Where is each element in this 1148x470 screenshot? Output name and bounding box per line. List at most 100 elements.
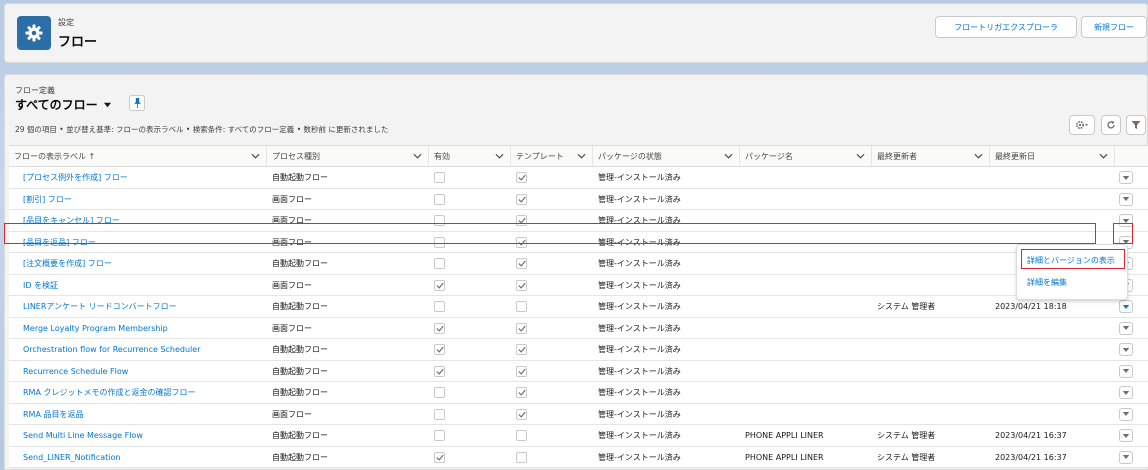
template-checkbox-unchecked [516, 430, 527, 441]
chevron-down-icon[interactable] [974, 152, 983, 160]
flow-gear-icon [17, 16, 51, 50]
row-action-button[interactable] [1119, 343, 1133, 356]
process-type-cell: 画面フロー [272, 194, 312, 204]
row-action-button[interactable] [1119, 300, 1133, 313]
table-row: Send_LINER_Notification 自動起動フロー 管理-インストール済… [9, 446, 1148, 468]
flow-label-link[interactable]: RMA クレジットメモの作成と返金の確認フロー [23, 382, 195, 403]
table-row: Merge Loyalty Program Membership 画面フロー 管理-… [9, 317, 1148, 339]
caret-down-icon [103, 102, 111, 108]
list-view-panel: フロー定義 すべてのフロー 29 個の項目 • 並び替え基準: フローの表示ラベ… [4, 74, 1148, 470]
column-header-modified-date[interactable]: 最終更新日 [990, 146, 1115, 167]
flow-label-link[interactable]: RMA 品目を返品 [23, 404, 83, 425]
active-checkbox-unchecked [434, 430, 445, 441]
row-action-button[interactable] [1119, 364, 1133, 378]
row-action-button[interactable] [1119, 321, 1133, 335]
active-checkbox-checked [434, 279, 445, 291]
new-flow-button[interactable]: 新規フロー [1081, 16, 1147, 38]
column-header-process-type[interactable]: プロセス種別 [267, 146, 429, 167]
flow-label-link[interactable]: Merge Loyalty Program Membership [23, 318, 168, 339]
flow-label-link[interactable]: LINERアンケート リードコンバートフロー [23, 296, 177, 317]
pin-list-button[interactable] [129, 95, 145, 111]
table-row: ID を検証 画面フロー 管理-インストール済み [9, 274, 1148, 296]
row-action-button[interactable] [1119, 171, 1133, 184]
table-row: Orchestration flow for Recurrence Schedu… [9, 339, 1148, 361]
chevron-down-icon[interactable] [413, 152, 422, 160]
menu-item-view-details-versions[interactable]: 詳細とバージョンの表示 [1027, 255, 1115, 266]
template-checkbox-unchecked [516, 301, 527, 312]
column-header-package-name[interactable]: パッケージ名 [740, 146, 872, 167]
table-row: RMA 品目を返品 画面フロー 管理-インストール済み [9, 403, 1148, 425]
flow-label-link[interactable]: [注文概要を作成] フロー [23, 253, 112, 274]
chevron-down-icon[interactable] [856, 152, 865, 160]
flow-label-link[interactable]: [プロセス例外を作成] フロー [23, 167, 128, 188]
row-action-button[interactable] [1119, 450, 1133, 464]
caret-down-icon [1122, 326, 1130, 330]
template-checkbox-checked [516, 387, 527, 398]
row-action-button[interactable] [1119, 192, 1133, 206]
template-checkbox-checked [516, 258, 527, 269]
column-header-text: パッケージの状態 [598, 152, 662, 161]
caret-down-icon [1122, 433, 1130, 438]
process-type-cell: 自動起動フロー [272, 431, 328, 440]
column-header-package-state[interactable]: パッケージの状態 [593, 146, 740, 167]
chevron-down-icon[interactable] [495, 152, 504, 160]
flow-label-link[interactable]: [品目を返品] フロー [23, 232, 96, 253]
flow-label-link[interactable]: [品目をキャンセル] フロー [23, 210, 120, 231]
flow-label-link[interactable]: Send Multi Line Message Flow [23, 425, 143, 446]
flow-trigger-explorer-button[interactable]: フロートリガエクスプローラ [935, 16, 1077, 38]
package-state-cell: 管理-インストール済み [598, 194, 681, 204]
flow-label-link[interactable]: Send_LINER_Notification [23, 447, 120, 468]
column-header-text: フローの表示ラベル ↑ [14, 152, 96, 161]
active-checkbox-unchecked [434, 387, 445, 398]
package-state-cell: 管理-インストール済み [598, 366, 681, 376]
template-checkbox-checked [516, 365, 527, 377]
flow-label-link[interactable]: ID を検証 [23, 275, 58, 296]
refresh-button[interactable] [1101, 115, 1121, 135]
row-action-button[interactable] [1119, 214, 1133, 227]
package-state-cell: 管理-インストール済み [598, 452, 681, 462]
filter-button[interactable] [1126, 115, 1146, 135]
column-header-text: 最終更新日 [995, 152, 1035, 161]
list-view-selector[interactable]: すべてのフロー [15, 96, 112, 113]
process-type-cell: 画面フロー [272, 409, 312, 419]
column-header-template[interactable]: テンプレート [511, 146, 593, 167]
table-row: LINERアンケート リードコンバートフロー 自動起動フロー 管理-インストール済み… [9, 296, 1148, 318]
row-action-menu: 詳細とバージョンの表示 詳細を編集 [1016, 244, 1128, 300]
row-action-button[interactable] [1119, 386, 1133, 399]
caret-down-icon [1122, 369, 1130, 373]
modified-date-cell: 2023/04/21 16:37 [995, 431, 1067, 440]
chevron-down-icon[interactable] [1099, 152, 1108, 160]
package-state-cell: 管理-インストール済み [598, 302, 681, 311]
template-checkbox-unchecked [516, 451, 527, 463]
template-checkbox-checked [516, 193, 527, 205]
package-state-cell: 管理-インストール済み [598, 388, 681, 397]
active-checkbox-unchecked [434, 301, 445, 312]
column-header-active[interactable]: 有効 [429, 146, 511, 167]
menu-item-edit-details[interactable]: 詳細を編集 [1027, 277, 1067, 288]
caret-down-icon [1122, 304, 1130, 309]
process-type-cell: 自動起動フロー [272, 345, 328, 354]
list-info-text: 29 個の項目 • 並び替え基準: フローの表示ラベル • 検索条件: すべての… [15, 125, 389, 134]
row-action-button[interactable] [1119, 429, 1133, 442]
caret-down-icon [1122, 347, 1130, 352]
template-checkbox-checked [516, 344, 527, 355]
active-checkbox-checked [434, 322, 445, 334]
table-row: [割引] フロー 画面フロー 管理-インストール済み [9, 188, 1148, 210]
chevron-down-icon[interactable] [577, 152, 586, 160]
process-type-cell: 自動起動フロー [272, 302, 328, 311]
caret-down-icon [1122, 175, 1130, 180]
row-action-button[interactable] [1119, 407, 1133, 421]
process-type-cell: 自動起動フロー [272, 388, 328, 397]
column-header-label[interactable]: フローの表示ラベル ↑ [9, 146, 267, 167]
process-type-cell: 画面フロー [272, 216, 312, 225]
flow-label-link[interactable]: [割引] フロー [23, 189, 72, 210]
column-header-modified-by[interactable]: 最終更新者 [872, 146, 990, 167]
template-checkbox-checked [516, 322, 527, 334]
package-state-cell: 管理-インストール済み [598, 216, 681, 225]
flow-label-link[interactable]: Recurrence Schedule Flow [23, 361, 128, 382]
chevron-down-icon[interactable] [724, 152, 733, 160]
chevron-down-icon[interactable] [251, 152, 260, 160]
flow-label-link[interactable]: Orchestration flow for Recurrence Schedu… [23, 339, 200, 360]
list-settings-button[interactable] [1069, 115, 1095, 135]
package-state-cell: 管理-インストール済み [598, 345, 681, 354]
